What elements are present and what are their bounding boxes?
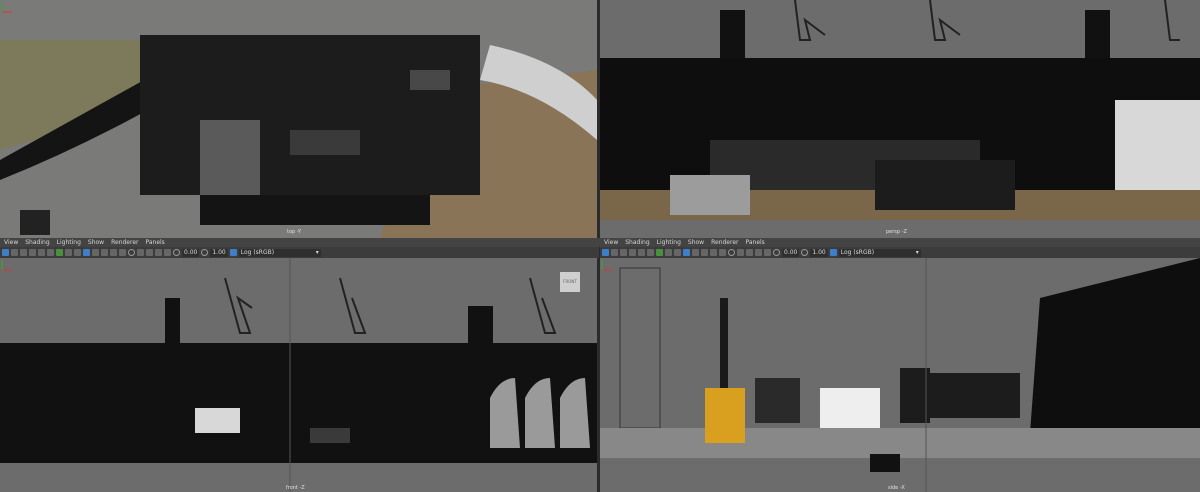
ambient-occlusion-icon[interactable] [128, 249, 135, 256]
viewport-top[interactable]: top -Y [0, 0, 597, 238]
xray-icon[interactable] [764, 249, 771, 256]
gamma-icon[interactable] [801, 249, 809, 256]
lights-icon[interactable] [710, 249, 717, 256]
exposure-icon[interactable] [173, 249, 180, 256]
menu-lighting[interactable]: Lighting [657, 238, 681, 247]
grid-icon[interactable] [38, 249, 45, 256]
safe-action-icon[interactable] [674, 249, 681, 256]
menu-shading[interactable]: Shading [25, 238, 49, 247]
menu-lighting[interactable]: Lighting [57, 238, 81, 247]
safe-action-icon[interactable] [74, 249, 81, 256]
camera-label: top -Y [287, 229, 302, 235]
panel-toolbar-side: 0.00 1.00 Log (sRGB) [600, 247, 1200, 258]
menu-renderer[interactable]: Renderer [711, 238, 738, 247]
grid-icon[interactable] [638, 249, 645, 256]
xray-icon[interactable] [164, 249, 171, 256]
axis-gizmo-icon [601, 260, 612, 271]
menu-show[interactable]: Show [88, 238, 104, 247]
isolate-select-icon[interactable] [155, 249, 162, 256]
exposure-field[interactable]: 0.00 [782, 248, 800, 257]
menu-show[interactable]: Show [688, 238, 704, 247]
shadows-icon[interactable] [719, 249, 726, 256]
persp-view-scene [600, 0, 1200, 238]
menu-panels[interactable]: Panels [745, 238, 764, 247]
viewport-front[interactable]: FRONT front -Z [0, 258, 597, 492]
exposure-icon[interactable] [773, 249, 780, 256]
film-gate-icon[interactable] [647, 249, 654, 256]
front-view-scene [0, 258, 597, 492]
motion-blur-icon[interactable] [737, 249, 744, 256]
viewport-persp[interactable]: persp -Z [600, 0, 1200, 238]
camera-label: front -Z [286, 485, 305, 491]
textured-icon[interactable] [701, 249, 708, 256]
gamma-icon[interactable] [201, 249, 209, 256]
smooth-shade-icon[interactable] [692, 249, 699, 256]
resolution-gate-icon[interactable] [656, 249, 663, 256]
view-cube[interactable]: FRONT [560, 272, 580, 292]
menu-view[interactable]: View [4, 238, 18, 247]
top-view-scene [0, 0, 597, 238]
bookmark-icon[interactable] [20, 249, 27, 256]
select-camera-icon[interactable] [2, 249, 9, 256]
gamma-field[interactable]: 1.00 [210, 248, 228, 257]
smooth-shade-icon[interactable] [92, 249, 99, 256]
anti-aliasing-icon[interactable] [146, 249, 153, 256]
color-management-icon[interactable] [229, 249, 237, 256]
menu-shading[interactable]: Shading [625, 238, 649, 247]
color-management-icon[interactable] [829, 249, 837, 256]
camera-attributes-icon[interactable] [11, 249, 18, 256]
panel-toolbar-front: 0.00 1.00 Log (sRGB) [0, 247, 599, 258]
menu-panels[interactable]: Panels [145, 238, 164, 247]
bookmark-icon[interactable] [620, 249, 627, 256]
wireframe-icon[interactable] [683, 249, 690, 256]
select-camera-icon[interactable] [602, 249, 609, 256]
ambient-occlusion-icon[interactable] [728, 249, 735, 256]
lights-icon[interactable] [110, 249, 117, 256]
gate-mask-icon[interactable] [65, 249, 72, 256]
axis-gizmo-icon [1, 2, 12, 13]
axis-gizmo-icon [1, 260, 12, 271]
side-view-scene [600, 258, 1200, 492]
motion-blur-icon[interactable] [137, 249, 144, 256]
resolution-gate-icon[interactable] [56, 249, 63, 256]
wireframe-icon[interactable] [83, 249, 90, 256]
image-plane-icon[interactable] [29, 249, 36, 256]
camera-attributes-icon[interactable] [611, 249, 618, 256]
isolate-select-icon[interactable] [755, 249, 762, 256]
viewport-side[interactable]: side -X [600, 258, 1200, 492]
camera-label: persp -Z [886, 229, 907, 235]
panel-menubar-front: View Shading Lighting Show Renderer Pane… [0, 238, 601, 247]
color-space-dropdown[interactable]: Log (sRGB) [238, 248, 321, 257]
gate-mask-icon[interactable] [665, 249, 672, 256]
menu-renderer[interactable]: Renderer [111, 238, 138, 247]
gamma-field[interactable]: 1.00 [810, 248, 828, 257]
image-plane-icon[interactable] [629, 249, 636, 256]
film-gate-icon[interactable] [47, 249, 54, 256]
camera-label: side -X [888, 485, 905, 491]
panel-menubar-side: View Shading Lighting Show Renderer Pane… [600, 238, 1200, 247]
menu-view[interactable]: View [604, 238, 618, 247]
anti-aliasing-icon[interactable] [746, 249, 753, 256]
textured-icon[interactable] [101, 249, 108, 256]
exposure-field[interactable]: 0.00 [182, 248, 200, 257]
shadows-icon[interactable] [119, 249, 126, 256]
color-space-dropdown[interactable]: Log (sRGB) [838, 248, 921, 257]
